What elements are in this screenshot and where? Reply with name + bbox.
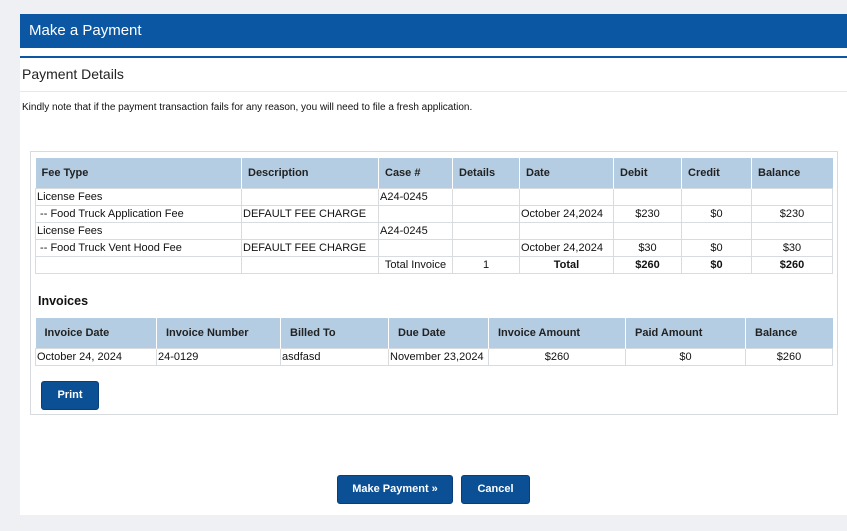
table-row: -- Food Truck Vent Hood Fee DEFAULT FEE … — [35, 238, 833, 257]
balance-cell: $30 — [751, 238, 833, 257]
description-cell: DEFAULT FEE CHARGE — [241, 204, 379, 223]
billed-to-cell: asdfasd — [280, 347, 389, 366]
fee-type-cell: License Fees — [35, 221, 242, 240]
print-button[interactable]: Print — [41, 381, 99, 410]
debit-cell: $230 — [613, 204, 682, 223]
make-payment-button[interactable]: Make Payment » — [337, 475, 453, 504]
col-header: Paid Amount — [625, 318, 746, 348]
debit-cell — [613, 187, 682, 206]
date-cell: October 24,2024 — [519, 204, 614, 223]
total-balance: $260 — [751, 255, 833, 274]
details-cell — [452, 204, 520, 223]
invoices-table: Invoice Date Invoice Number Billed To Du… — [35, 318, 833, 366]
payment-notice: Kindly note that if the payment transact… — [22, 102, 473, 113]
section-title: Payment Details — [22, 66, 124, 82]
fee-type-cell: -- Food Truck Application Fee — [35, 204, 242, 223]
credit-cell — [681, 221, 752, 240]
table-row: License Fees A24-0245 — [35, 187, 833, 206]
balance-cell: $260 — [745, 347, 833, 366]
invoices-header-row: Invoice Date Invoice Number Billed To Du… — [35, 318, 833, 348]
case-cell — [378, 204, 453, 223]
details-cell — [452, 238, 520, 257]
total-credit: $0 — [681, 255, 752, 274]
col-header: Balance — [751, 158, 833, 188]
col-header: Due Date — [388, 318, 489, 348]
total-label: Total — [519, 255, 614, 274]
description-cell — [241, 187, 379, 206]
table-row: License Fees A24-0245 — [35, 221, 833, 240]
section-divider — [20, 91, 847, 92]
fees-table: Fee Type Description Case # Details Date… — [35, 158, 833, 274]
table-row: October 24, 2024 24-0129 asdfasd Novembe… — [35, 347, 833, 366]
page-title: Make a Payment — [29, 22, 142, 39]
col-header: Credit — [681, 158, 752, 188]
case-cell — [378, 238, 453, 257]
paid-amount-cell: $0 — [625, 347, 746, 366]
col-header: Billed To — [280, 318, 389, 348]
col-header: Details — [452, 158, 520, 188]
col-header: Debit — [613, 158, 682, 188]
col-header: Date — [519, 158, 614, 188]
table-row: -- Food Truck Application Fee DEFAULT FE… — [35, 204, 833, 223]
col-header: Invoice Date — [35, 318, 157, 348]
fees-header-row: Fee Type Description Case # Details Date… — [35, 158, 833, 188]
details-cell — [452, 187, 520, 206]
header-divider — [20, 56, 847, 58]
case-cell: A24-0245 — [378, 221, 453, 240]
date-cell: October 24,2024 — [519, 238, 614, 257]
invoice-amount-cell: $260 — [488, 347, 626, 366]
invoice-date-cell: October 24, 2024 — [35, 347, 157, 366]
col-header: Balance — [745, 318, 833, 348]
balance-cell — [751, 221, 833, 240]
col-header: Invoice Amount — [488, 318, 626, 348]
col-header: Case # — [378, 158, 453, 188]
fee-type-cell: -- Food Truck Vent Hood Fee — [35, 238, 242, 257]
fee-type-cell: License Fees — [35, 187, 242, 206]
debit-cell — [613, 221, 682, 240]
date-cell — [519, 187, 614, 206]
details-cell — [452, 221, 520, 240]
total-debit: $260 — [613, 255, 682, 274]
date-cell — [519, 221, 614, 240]
credit-cell — [681, 187, 752, 206]
debit-cell: $30 — [613, 238, 682, 257]
col-header: Fee Type — [35, 158, 242, 188]
credit-cell: $0 — [681, 238, 752, 257]
balance-cell — [751, 187, 833, 206]
credit-cell: $0 — [681, 204, 752, 223]
total-invoice-label: Total Invoice — [378, 255, 453, 274]
col-header: Invoice Number — [156, 318, 281, 348]
invoice-number-cell: 24-0129 — [156, 347, 281, 366]
cancel-button[interactable]: Cancel — [461, 475, 530, 504]
due-date-cell: November 23,2024 — [388, 347, 489, 366]
total-invoice-count: 1 — [452, 255, 520, 274]
description-cell: DEFAULT FEE CHARGE — [241, 238, 379, 257]
description-cell — [241, 221, 379, 240]
col-header: Description — [241, 158, 379, 188]
total-row: Total Invoice 1 Total $260 $0 $260 — [35, 255, 833, 274]
balance-cell: $230 — [751, 204, 833, 223]
invoices-heading: Invoices — [38, 294, 89, 308]
page-header: Make a Payment — [20, 14, 847, 48]
case-cell: A24-0245 — [378, 187, 453, 206]
